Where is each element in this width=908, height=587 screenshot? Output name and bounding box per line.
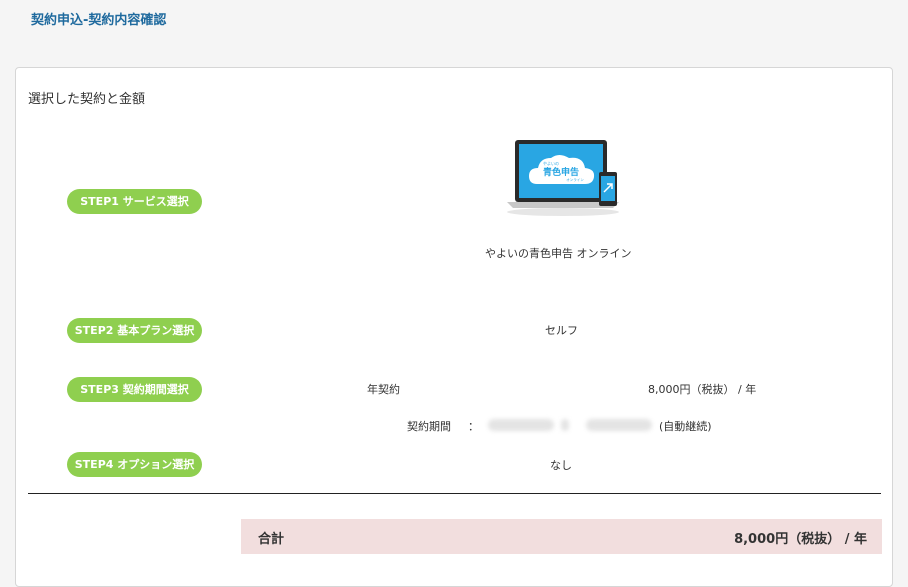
- contract-start-date-redacted: [488, 419, 554, 431]
- contract-end-date-redacted: [586, 419, 652, 431]
- total-label: 合計: [258, 532, 285, 547]
- section-heading: 選択した契約と金額: [28, 92, 146, 107]
- step1-badge: STEP1 サービス選択: [67, 189, 202, 214]
- plan-name: セルフ: [545, 324, 578, 337]
- contract-period-label: 契約期間: [407, 420, 451, 433]
- step2-badge: STEP2 基本プラン選択: [67, 318, 202, 343]
- contract-price: 8,000円（税抜） / 年: [648, 383, 757, 396]
- divider: [28, 493, 881, 494]
- service-name: やよいの青色申告 オンライン: [485, 247, 632, 260]
- laptop-phone-icon: やよいの 青色申告 オンライン: [507, 140, 619, 216]
- page-title: 契約申込-契約内容確認: [31, 13, 167, 28]
- option-value: なし: [550, 459, 572, 472]
- product-small-text: やよいの: [543, 160, 559, 166]
- total-row: 合計 8,000円（税抜） / 年: [241, 519, 882, 554]
- contract-period-separator: ：: [468, 420, 479, 433]
- step4-badge: STEP4 オプション選択: [67, 452, 202, 477]
- auto-renew-note: (自動継続): [659, 420, 712, 433]
- contract-term: 年契約: [367, 383, 400, 396]
- contract-summary-panel: 選択した契約と金額 やよいの 青色申告 オンライン STEP1 サービス選択 や…: [15, 67, 893, 587]
- product-sub-text: オンライン: [566, 177, 584, 182]
- total-value: 8,000円（税抜） / 年: [734, 532, 867, 547]
- step3-badge: STEP3 契約期間選択: [67, 377, 202, 402]
- product-main-text: 青色申告: [543, 166, 579, 178]
- date-range-separator-redacted: [561, 419, 569, 431]
